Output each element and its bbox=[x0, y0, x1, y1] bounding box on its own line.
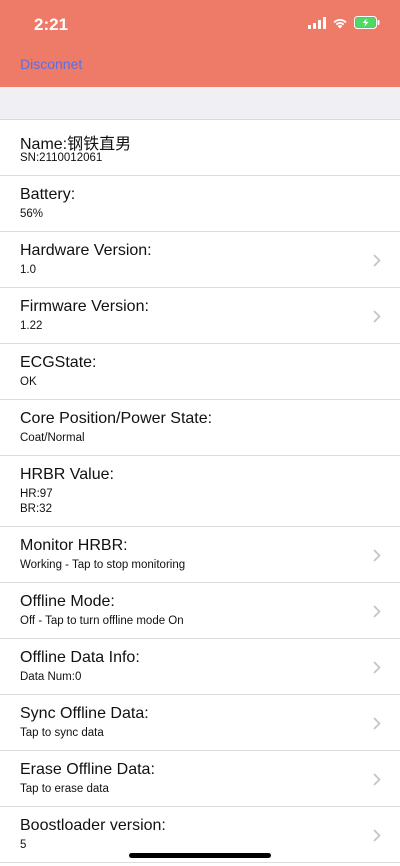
list-item-detail: SN:2110012061 bbox=[20, 152, 103, 164]
list-item-detail: 1.0 bbox=[20, 264, 36, 276]
home-indicator bbox=[129, 853, 271, 858]
chevron-right-icon bbox=[373, 661, 381, 674]
chevron-right-icon bbox=[373, 310, 381, 323]
chevron-right-icon bbox=[373, 605, 381, 618]
list-item-detail: 56% bbox=[20, 208, 44, 220]
list-item-detail: 1.22 bbox=[20, 320, 43, 332]
list-item-detail: HR:97 bbox=[20, 488, 53, 500]
chevron-right-icon bbox=[373, 829, 381, 842]
signal-icon bbox=[308, 16, 326, 29]
list-item-detail: Working - Tap to stop monitoring bbox=[20, 559, 186, 571]
device-info-list: Name:钢铁直男 SN:2110012061 Battery: 56% Hardwar… bbox=[0, 120, 400, 863]
list-item: ECGState: OK bbox=[0, 344, 400, 400]
list-item-title: Boostloader version: bbox=[20, 817, 166, 834]
list-item-title: Erase Offline Data: bbox=[20, 761, 155, 778]
list-item-title: Firmware Version: bbox=[20, 298, 149, 315]
list-item-title: Name:钢铁直男 bbox=[20, 136, 132, 153]
list-item-detail: Tap to sync data bbox=[20, 727, 104, 739]
list-item: HRBR Value: HR:97 BR:32 bbox=[0, 456, 400, 527]
list-item-detail: OK bbox=[20, 376, 37, 388]
chevron-right-icon bbox=[373, 549, 381, 562]
list-item[interactable]: Hardware Version: 1.0 bbox=[0, 232, 400, 288]
list-item[interactable]: Erase Offline Data: Tap to erase data bbox=[0, 751, 400, 807]
list-item-detail: Coat/Normal bbox=[20, 432, 85, 444]
list-item[interactable]: Sync Offline Data: Tap to sync data bbox=[0, 695, 400, 751]
list-item-title: Hardware Version: bbox=[20, 242, 152, 259]
list-item: Battery: 56% bbox=[0, 176, 400, 232]
status-time: 2:21 bbox=[34, 15, 69, 34]
chevron-right-icon bbox=[373, 254, 381, 267]
list-item-title: HRBR Value: bbox=[20, 466, 114, 483]
list-item-title: Monitor HRBR: bbox=[20, 537, 128, 554]
list-item-title: Battery: bbox=[20, 186, 76, 203]
chevron-right-icon bbox=[373, 773, 381, 786]
list-item-title: ECGState: bbox=[20, 354, 97, 371]
list-item-title: Offline Mode: bbox=[20, 593, 115, 610]
list-item[interactable]: Monitor HRBR: Working - Tap to stop monit… bbox=[0, 527, 400, 583]
wifi-icon bbox=[333, 18, 347, 28]
list-item-detail: 5 bbox=[20, 839, 27, 851]
list-item[interactable]: Offline Data Info: Data Num:0 bbox=[0, 639, 400, 695]
status-icons bbox=[308, 16, 380, 29]
navigation-bar: 2:21 Disconnet bbox=[0, 0, 400, 87]
list-item: Name:钢铁直男 SN:2110012061 bbox=[0, 120, 400, 176]
list-item[interactable]: Firmware Version: 1.22 bbox=[0, 288, 400, 344]
list-item-title: Sync Offline Data: bbox=[20, 705, 149, 722]
list-item-detail: Tap to erase data bbox=[20, 783, 109, 795]
section-header-spacer bbox=[0, 87, 400, 120]
list-item-title: Offline Data Info: bbox=[20, 649, 140, 666]
disconnect-button[interactable]: Disconnet bbox=[20, 56, 82, 72]
list-item-title: Core Position/Power State: bbox=[20, 410, 213, 427]
battery-charging-icon bbox=[354, 16, 380, 29]
list-item[interactable]: Offline Mode: Off - Tap to turn offline m… bbox=[0, 583, 400, 639]
list-item-detail: Off - Tap to turn offline mode On bbox=[20, 615, 184, 627]
chevron-right-icon bbox=[373, 717, 381, 730]
list-item-detail: Data Num:0 bbox=[20, 671, 82, 683]
list-item: Core Position/Power State: Coat/Normal bbox=[0, 400, 400, 456]
list-item-detail: BR:32 bbox=[20, 503, 52, 515]
